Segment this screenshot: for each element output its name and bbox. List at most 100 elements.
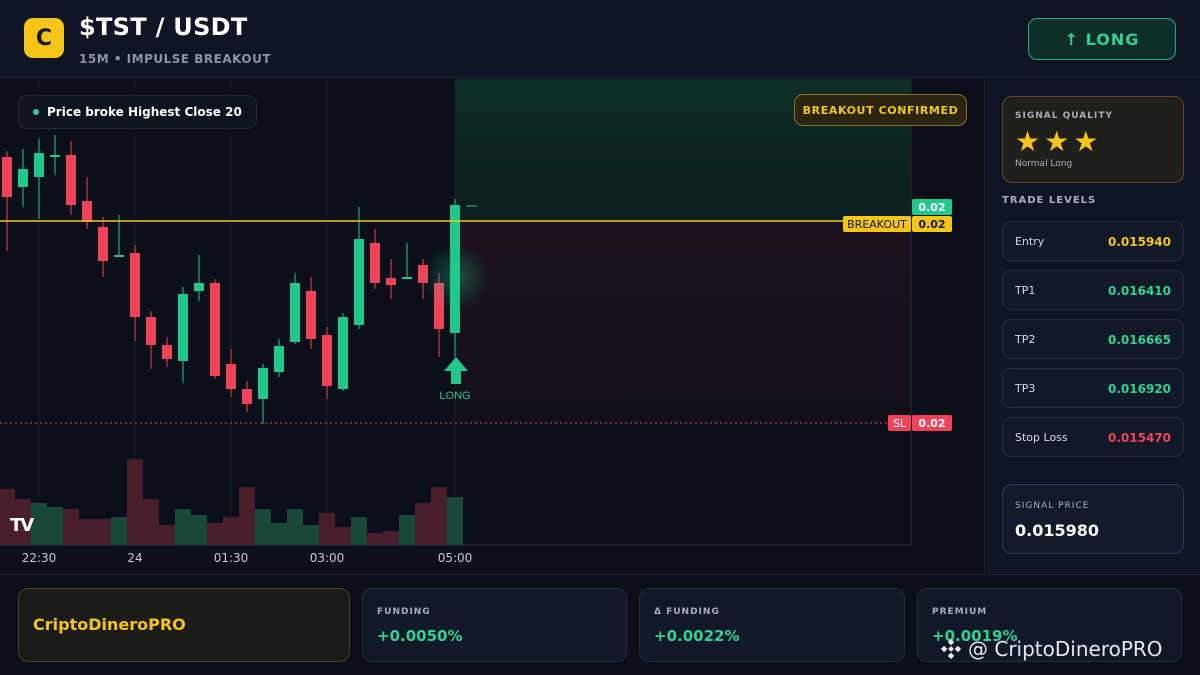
volume-bar [431,487,447,545]
signal-quality-title: SIGNAL QUALITY [1015,111,1113,121]
volume-bar [175,509,191,545]
info-pill-text: Price broke Highest Close 20 [47,105,242,119]
candle-body [194,283,204,291]
candle-body [354,239,364,325]
sl-price-tag: 0.02 [912,415,952,431]
bottom-stats-bar: CriptoDineroPRO FUNDING +0.0050% Δ FUNDI… [0,574,1200,675]
candle-body [98,227,108,261]
volume-bar [159,525,175,545]
volume-bar [143,499,159,545]
time-label: 01:30 [213,551,249,565]
signal-price-card: SIGNAL PRICE 0.015980 [1002,484,1184,554]
watermark: @ CriptoDineroPRO [940,637,1163,661]
binance-logo-icon [940,638,962,660]
level-value: 0.016665 [1107,333,1171,347]
candle-body [402,277,412,279]
candle-body [242,389,252,404]
level-label: TP2 [1015,333,1036,346]
candle-body [210,283,220,376]
candle-body [322,335,332,386]
level-tp2: TP2 0.016665 [1002,319,1184,359]
candle-body [66,155,76,205]
pair-title: $TST / USDT [79,13,248,41]
signal-quality-card: SIGNAL QUALITY ★★★ Normal Long [1002,96,1184,183]
candle-body [162,345,172,359]
time-label: 24 [127,551,143,565]
level-tp1: TP1 0.016410 [1002,270,1184,310]
level-label: Entry [1015,235,1045,248]
volume-bar [415,503,431,545]
time-label: 22:30 [21,551,57,565]
volume-bar [239,487,255,545]
sl-zone [455,221,910,423]
brand-name: CriptoDineroPRO [33,615,186,634]
level-tp3: TP3 0.016920 [1002,368,1184,408]
candle-body [306,291,316,339]
stat-value: +0.0022% [654,627,740,645]
stat-label: PREMIUM [932,607,988,617]
level-label: Stop Loss [1015,431,1068,444]
volume-bar [207,523,223,545]
volume-bar [303,525,319,545]
volume-bar [255,509,271,545]
candle-body [50,155,60,157]
signal-price-value: 0.015980 [1015,521,1100,540]
volume-bar [223,517,239,545]
candle-body [18,169,28,187]
volume-bar [399,515,415,545]
watermark-text: @ CriptoDineroPRO [968,637,1163,661]
level-value: 0.016920 [1107,382,1171,396]
candle-body [2,157,12,197]
candle-body [386,278,396,285]
volume-bar [191,515,207,545]
level-stop-loss: Stop Loss 0.015470 [1002,417,1184,457]
volume-bar [111,517,127,545]
volume-bar [383,531,399,545]
level-label: TP3 [1015,382,1036,395]
signal-quality-label: Normal Long [1015,159,1073,169]
candle-body [130,253,140,317]
level-value: 0.016410 [1107,284,1171,298]
grid-lines [38,79,456,545]
volume-bar [127,459,143,545]
long-button[interactable]: ↑ LONG [1028,18,1176,60]
timeframe-subtitle: 15M • IMPULSE BREAKOUT [79,52,272,66]
volume-bar [447,497,463,545]
candle-body [290,283,300,342]
header: C $TST / USDT 15M • IMPULSE BREAKOUT ↑ L… [0,0,1200,78]
volume-bar [47,507,63,545]
volume-bar [287,509,303,545]
candles [2,135,477,424]
candle-body [226,364,236,389]
volume-bar [335,527,351,545]
long-marker-label: LONG [439,390,470,402]
price-chart[interactable]: LONG Price broke Highest Close 20 BREAKO… [0,79,985,573]
volume-bar [79,519,95,545]
candlestick-chart: LONG [0,79,912,546]
delta-funding-card: Δ FUNDING +0.0022% [639,588,905,662]
signal-glow [422,243,490,311]
volume-bar [367,533,383,545]
signal-price-label: SIGNAL PRICE [1015,501,1090,511]
level-entry: Entry 0.015940 [1002,221,1184,261]
funding-card: FUNDING +0.0050% [362,588,627,662]
candle-body [146,317,156,345]
volume-bar [63,509,79,545]
candle-body [274,346,284,372]
volume-bar [95,519,111,545]
candle-body [370,243,380,283]
stat-value: +0.0050% [377,627,463,645]
current-price-tag: 0.02 [912,199,952,215]
time-axis: 22:30 24 01:30 03:00 05:00 [0,545,912,573]
sl-price-label: SL [888,415,911,431]
coin-logo: C [24,18,64,58]
candle-body [258,368,268,399]
brand-card: CriptoDineroPRO [18,588,350,662]
volume-bar [319,513,335,545]
candle-body [114,255,124,257]
time-label: 03:00 [309,551,345,565]
tradingview-logo-icon: TV [10,515,34,536]
candle-body [178,294,188,361]
level-value: 0.015470 [1107,431,1171,445]
time-label: 05:00 [437,551,473,565]
